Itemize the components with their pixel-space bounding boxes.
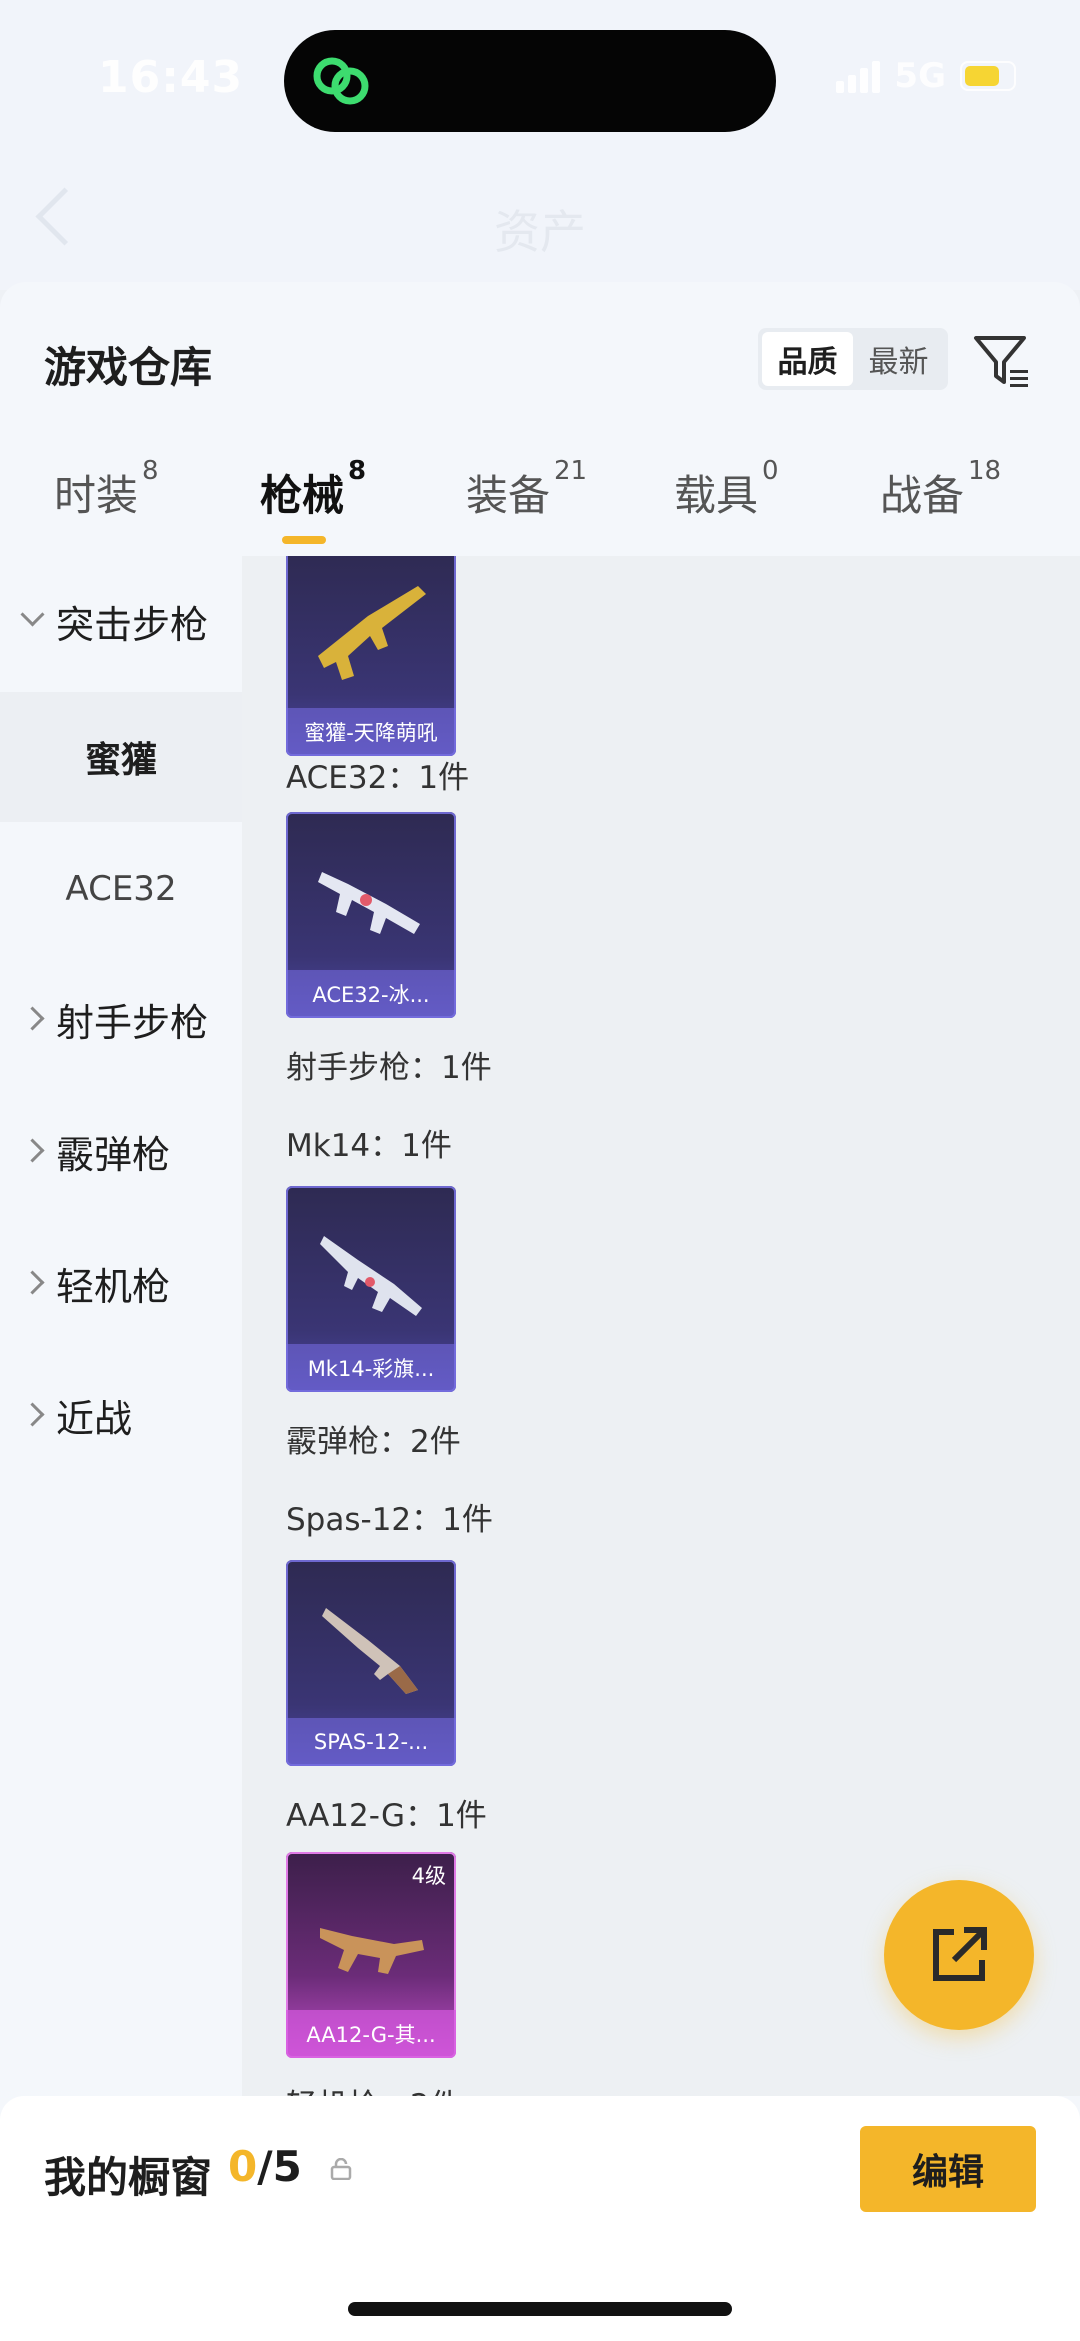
home-indicator[interactable] — [348, 2302, 732, 2316]
tab-guns[interactable]: 枪械 8 — [260, 456, 366, 523]
count-label: Mk14：1件 — [286, 1128, 452, 1164]
showcase-label: 我的橱窗 — [44, 2153, 213, 2202]
honey-badger-gold-rifle-icon — [318, 586, 426, 680]
item-card[interactable]: Mk14-彩旗... — [286, 1186, 456, 1392]
sidebar: 突击步枪 蜜獾 ACE32 射手步枪 霰弹枪 轻机枪 近战 — [0, 556, 242, 2096]
tab-supplies[interactable]: 战备 18 — [880, 456, 1001, 523]
sidebar-item-lmg[interactable]: 轻机枪 — [0, 1218, 242, 1348]
sort-option-quality[interactable]: 品质 — [762, 332, 853, 386]
count-label: 霰弹枪：2件 — [286, 1424, 461, 1460]
ace32-rifle-icon — [318, 872, 420, 934]
status-time: 16:43 — [98, 52, 244, 103]
aa12-shotgun-icon — [320, 1928, 424, 1974]
chevron-down-icon — [20, 602, 45, 627]
sidebar-item-label: 轻机枪 — [56, 1264, 171, 1309]
app-logo-icon — [313, 57, 369, 105]
network-label: 5G — [894, 56, 946, 96]
item-caption: AA12-G-其... — [286, 2010, 456, 2058]
item-caption: ACE32-冰... — [286, 970, 456, 1018]
mk14-rifle-icon — [320, 1236, 422, 1316]
sheet-title: 游戏仓库 — [44, 343, 213, 392]
count-label: AA12-G：1件 — [286, 1798, 487, 1834]
sort-toggle[interactable]: 品质 最新 — [758, 328, 948, 390]
showcase-total: /5 — [257, 2142, 302, 2191]
tab-equipment[interactable]: 装备 21 — [466, 456, 587, 523]
item-caption: 蜜獾-天降萌吼 — [286, 708, 456, 756]
spas12-shotgun-icon — [322, 1608, 418, 1694]
sidebar-item-label: 霰弹枪 — [56, 1132, 171, 1177]
sidebar-item-label: 近战 — [56, 1396, 133, 1441]
sidebar-item-assault-rifle[interactable]: 突击步枪 — [0, 556, 242, 686]
chevron-right-icon — [20, 1006, 45, 1031]
lock-icon — [330, 2158, 352, 2180]
count-label: 轻机枪：2件 — [286, 2080, 461, 2096]
sidebar-sub-ace32[interactable]: ACE32 — [0, 824, 242, 954]
sidebar-item-marksman-rifle[interactable]: 射手步枪 — [0, 954, 242, 1084]
sidebar-item-shotgun[interactable]: 霰弹枪 — [0, 1086, 242, 1216]
share-button[interactable] — [884, 1880, 1034, 2030]
tab-vehicles[interactable]: 载具 0 — [674, 456, 779, 523]
item-caption: Mk14-彩旗... — [286, 1344, 456, 1392]
sidebar-item-label: 突击步枪 — [56, 602, 209, 647]
chevron-right-icon — [20, 1270, 45, 1295]
background-page-title: 资产 — [494, 205, 586, 259]
showcase-current: 0 — [228, 2142, 258, 2191]
item-card[interactable]: 蜜獾-天降萌吼 — [286, 556, 456, 756]
item-card[interactable]: ACE32-冰... — [286, 812, 456, 1018]
dynamic-island — [284, 30, 776, 132]
chevron-right-icon — [20, 1138, 45, 1163]
item-caption: SPAS-12-... — [286, 1718, 456, 1766]
filter-icon[interactable] — [972, 332, 1032, 390]
sort-option-latest[interactable]: 最新 — [853, 332, 944, 386]
battery-icon — [960, 61, 1016, 91]
weapon-list: 蜜獾-天降萌吼 ACE32：1件 ACE32-冰... 射手步枪：1件 Mk14… — [242, 556, 1080, 2096]
count-label: Spas-12：1件 — [286, 1502, 493, 1538]
item-card[interactable]: 4级 AA12-G-其... — [286, 1852, 456, 2058]
sidebar-sub-honey-badger[interactable]: 蜜獾 — [0, 692, 242, 822]
edit-button[interactable]: 编辑 — [860, 2126, 1036, 2212]
tab-fashion[interactable]: 时装 8 — [54, 456, 159, 523]
category-tabs: 时装 8 枪械 8 装备 21 载具 0 战备 18 — [0, 456, 1080, 566]
active-tab-indicator — [282, 536, 326, 544]
count-label: ACE32：1件 — [286, 760, 470, 796]
item-card[interactable]: SPAS-12-... — [286, 1560, 456, 1766]
sidebar-item-label: 射手步枪 — [56, 1000, 209, 1045]
count-label: 射手步枪：1件 — [286, 1050, 492, 1086]
external-link-icon — [933, 1927, 987, 1981]
status-indicators: 5G — [836, 56, 1016, 96]
signal-icon — [836, 59, 881, 93]
showcase-count: 0/5 — [228, 2142, 302, 2191]
sidebar-item-melee[interactable]: 近战 — [0, 1350, 242, 1480]
chevron-right-icon — [20, 1402, 45, 1427]
